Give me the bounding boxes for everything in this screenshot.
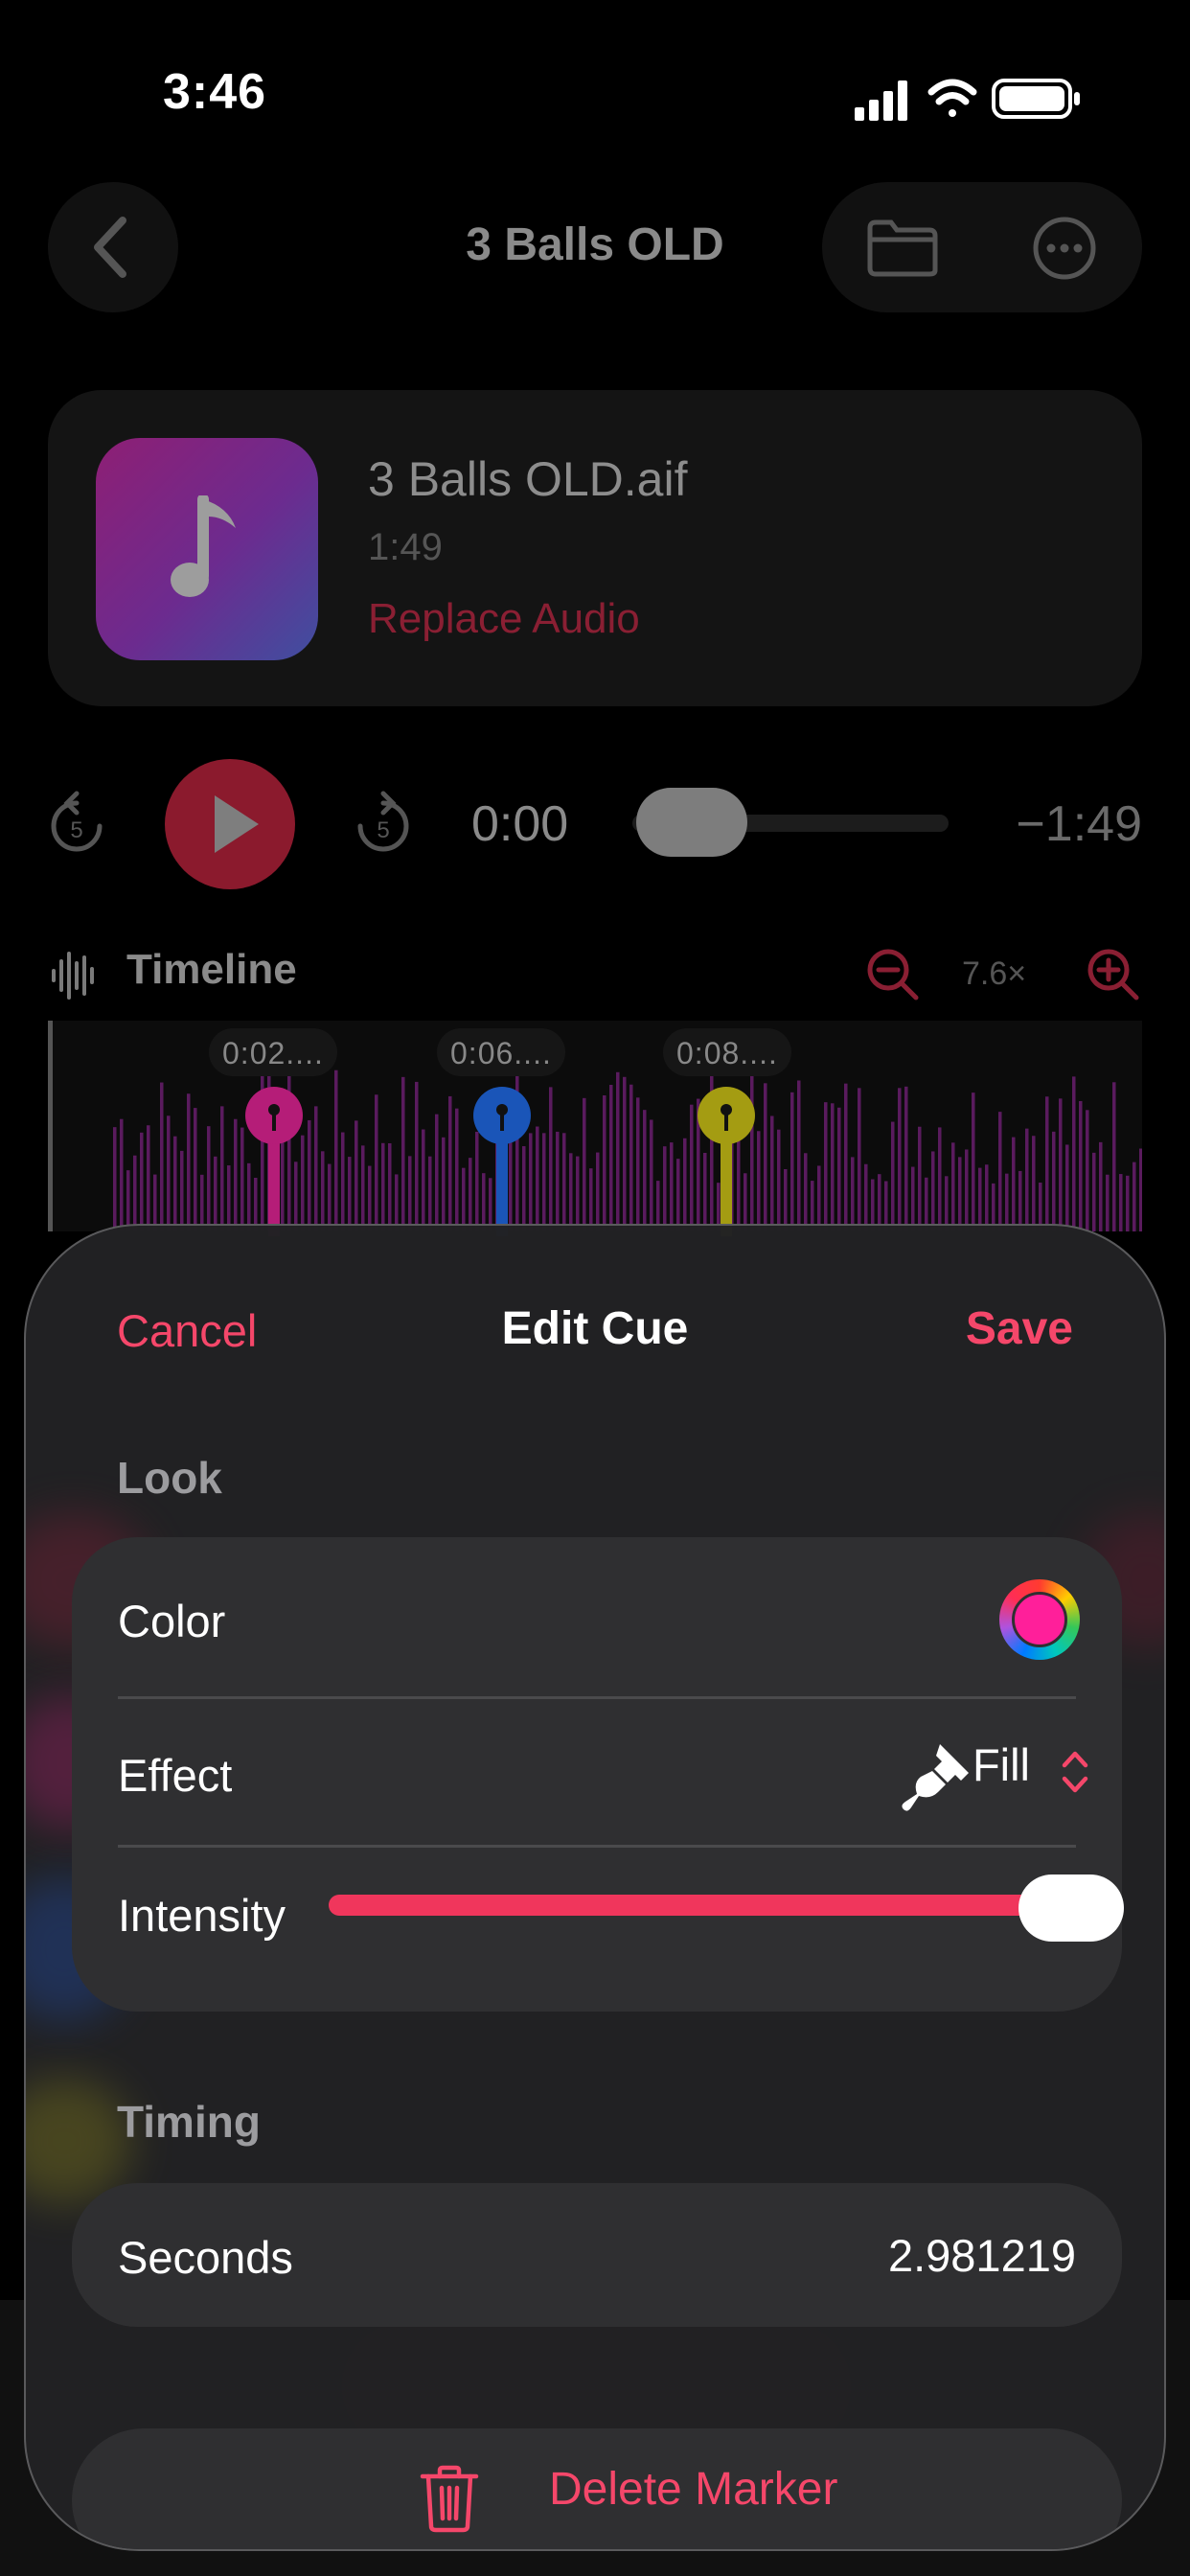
- color-label: Color: [118, 1596, 226, 1646]
- seconds-field[interactable]: 2.981219: [888, 2229, 1076, 2282]
- zoom-level: 7.6×: [962, 955, 1027, 992]
- music-note-icon: [171, 495, 236, 597]
- audio-card: 3 Balls OLD.aif 1:49 Replace Audio: [48, 390, 1142, 706]
- waveform-icon: [52, 952, 94, 1000]
- play-icon: [215, 795, 259, 853]
- audio-duration: 1:49: [368, 526, 443, 568]
- blurred-backdrop: [26, 2079, 131, 2203]
- zoom-in-icon[interactable]: [1085, 946, 1142, 1003]
- cue-marker-time: 0:08....: [663, 1028, 791, 1076]
- delete-marker-label: Delete Marker: [549, 2464, 838, 2515]
- timeline-header: Timeline 7.6×: [0, 934, 1190, 1011]
- color-picker-button[interactable]: [999, 1579, 1080, 1660]
- skip-forward-icon: 5: [357, 791, 409, 852]
- edit-cue-sheet: Cancel Edit Cue Save Look Color Effect F…: [24, 1224, 1166, 2551]
- timing-group: Seconds 2.981219: [72, 2183, 1122, 2327]
- cellular-signal-icon: [855, 80, 907, 121]
- look-group: Color Effect Fill Intensity: [72, 1537, 1124, 2012]
- intensity-slider-track[interactable]: [329, 1895, 1057, 1916]
- effect-value[interactable]: Fill: [973, 1738, 1030, 1791]
- effect-label: Effect: [118, 1750, 233, 1801]
- zoom-out-icon[interactable]: [864, 946, 922, 1003]
- status-time: 3:46: [163, 64, 267, 120]
- more-icon[interactable]: [1031, 215, 1098, 282]
- cue-markers: [245, 1087, 755, 1236]
- scrubber-thumb[interactable]: [636, 788, 747, 857]
- cue-marker-time: 0:02....: [209, 1028, 337, 1076]
- play-button[interactable]: [165, 759, 295, 889]
- battery-icon: [992, 79, 1080, 119]
- section-header-timing: Timing: [117, 2097, 261, 2147]
- skip-back-button[interactable]: 5: [48, 790, 105, 857]
- current-time: 0:00: [471, 796, 569, 852]
- replace-audio-link[interactable]: Replace Audio: [368, 595, 640, 643]
- remaining-time: −1:49: [1016, 796, 1142, 852]
- color-row[interactable]: Color: [72, 1537, 1122, 1696]
- wifi-icon: [927, 79, 977, 117]
- delete-marker-button[interactable]: Delete Marker: [72, 2428, 1122, 2549]
- audio-file-name: 3 Balls OLD.aif: [368, 452, 688, 506]
- status-bar: 3:46: [0, 0, 1190, 182]
- divider: [118, 1845, 1076, 1848]
- intensity-slider-thumb[interactable]: [1018, 1874, 1124, 1942]
- intensity-label: Intensity: [118, 1890, 286, 1941]
- cue-marker-pin[interactable]: [698, 1087, 755, 1236]
- transport-controls: 5 5 0:00 −1:49: [0, 757, 1190, 891]
- trash-icon: [420, 2465, 479, 2533]
- status-icons: [855, 79, 1080, 121]
- paintbrush-icon: [902, 1744, 969, 1811]
- cue-marker-time: 0:06....: [437, 1028, 565, 1076]
- selected-color-swatch: [1012, 1592, 1067, 1647]
- cue-marker-pin[interactable]: [245, 1087, 303, 1236]
- timeline-label: Timeline: [126, 946, 297, 993]
- save-button[interactable]: Save: [966, 1302, 1073, 1355]
- seconds-label: Seconds: [118, 2232, 293, 2283]
- section-header-look: Look: [117, 1453, 222, 1503]
- skip-forward-button[interactable]: 5: [355, 790, 412, 857]
- cue-marker-pin[interactable]: [473, 1087, 531, 1236]
- album-art: [96, 438, 318, 660]
- skip-back-icon: 5: [51, 791, 103, 852]
- skip-forward-seconds: 5: [377, 817, 389, 843]
- folder-icon[interactable]: [864, 218, 941, 278]
- chevron-up-down-icon[interactable]: [1061, 1748, 1089, 1796]
- skip-back-seconds: 5: [70, 817, 82, 843]
- sheet-header: Cancel Edit Cue Save: [26, 1226, 1164, 1369]
- nav-actions: [822, 182, 1142, 312]
